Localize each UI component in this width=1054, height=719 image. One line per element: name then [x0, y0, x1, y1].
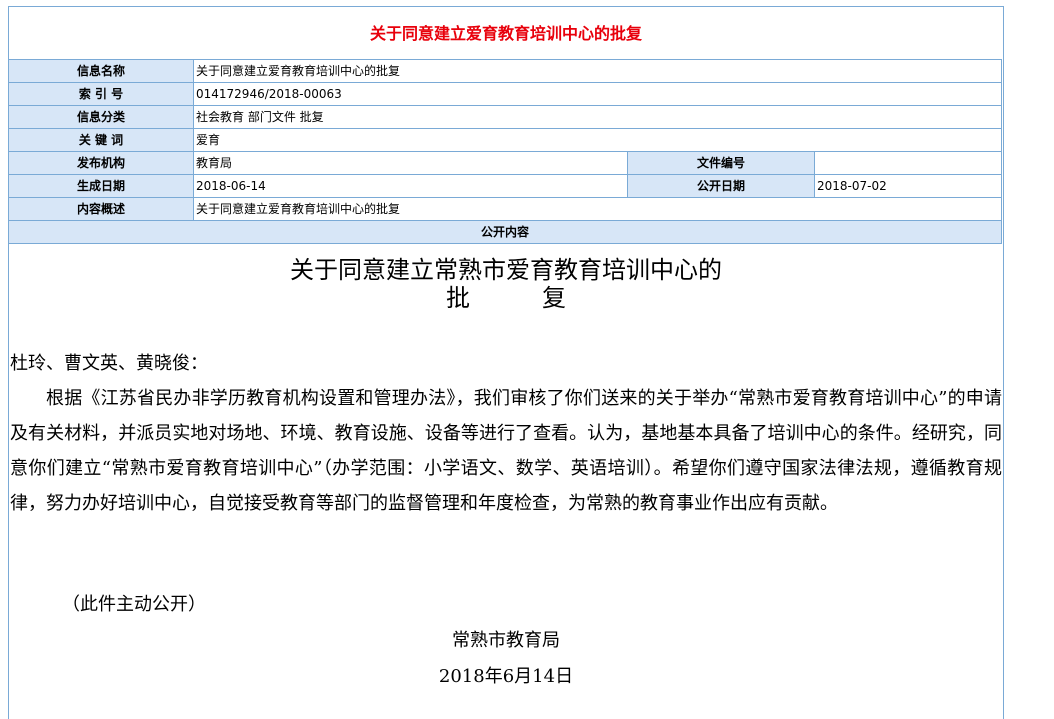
- category-label: 信息分类: [8, 105, 194, 129]
- keyword-label: 关 键 词: [8, 128, 194, 152]
- index-value: 014172946/2018-00063: [192, 82, 1003, 106]
- table-row: 关 键 词 爱育: [8, 128, 1003, 152]
- table-row: 内容概述 关于同意建立爱育教育培训中心的批复: [8, 197, 1003, 221]
- table-row: 发布机构 教育局 文件编号: [8, 151, 1003, 175]
- table-row: 公开内容: [7, 220, 1003, 244]
- document-heading: 关于同意建立常熟市爱育教育培训中心的 批 复: [0, 256, 1012, 312]
- heading-line-1: 关于同意建立常熟市爱育教育培训中心的: [290, 256, 722, 284]
- info-table: 信息名称 关于同意建立爱育教育培训中心的批复 索 引 号 014172946/2…: [7, 59, 1003, 244]
- name-value: 关于同意建立爱育教育培训中心的批复: [192, 59, 1003, 83]
- table-row: 信息分类 社会教育 部门文件 批复: [8, 105, 1003, 129]
- category-value: 社会教育 部门文件 批复: [192, 105, 1003, 129]
- summary-label: 内容概述: [8, 197, 194, 221]
- summary-value: 关于同意建立爱育教育培训中心的批复: [192, 197, 1003, 221]
- public-date-label: 公开日期: [627, 174, 815, 198]
- keyword-value: 爱育: [192, 128, 1003, 152]
- table-row: 索 引 号 014172946/2018-00063: [8, 82, 1003, 106]
- page-title: 关于同意建立爱育教育培训中心的批复: [369, 24, 642, 43]
- disclosure-note: （此件主动公开）: [62, 594, 206, 615]
- index-label: 索 引 号: [8, 82, 194, 106]
- table-row: 信息名称 关于同意建立爱育教育培训中心的批复: [8, 59, 1003, 83]
- document-date: 2018年6月14日: [438, 666, 574, 687]
- created-label: 生成日期: [8, 174, 194, 198]
- name-label: 信息名称: [8, 59, 194, 83]
- document-body: 杜玲、曹文英、黄晓俊： 根据《江苏省民办非学历教育机构设置和管理办法》，我们审核…: [10, 346, 1002, 521]
- salutation: 杜玲、曹文英、黄晓俊：: [10, 353, 208, 374]
- created-value: 2018-06-14: [193, 174, 628, 198]
- public-date-value: 2018-07-02: [813, 174, 1003, 198]
- docno-value: [813, 151, 1003, 175]
- signature: 常熟市教育局: [452, 630, 560, 651]
- publisher-label: 发布机构: [8, 151, 194, 175]
- table-row: 生成日期 2018-06-14 公开日期 2018-07-02: [8, 174, 1003, 198]
- publisher-value: 教育局: [193, 151, 628, 175]
- body-paragraph: 根据《江苏省民办非学历教育机构设置和管理办法》，我们审核了你们送来的关于举办“常…: [10, 388, 1002, 514]
- heading-line-2: 批 复: [446, 284, 566, 312]
- section-header: 公开内容: [7, 220, 1003, 244]
- docno-label: 文件编号: [627, 151, 815, 175]
